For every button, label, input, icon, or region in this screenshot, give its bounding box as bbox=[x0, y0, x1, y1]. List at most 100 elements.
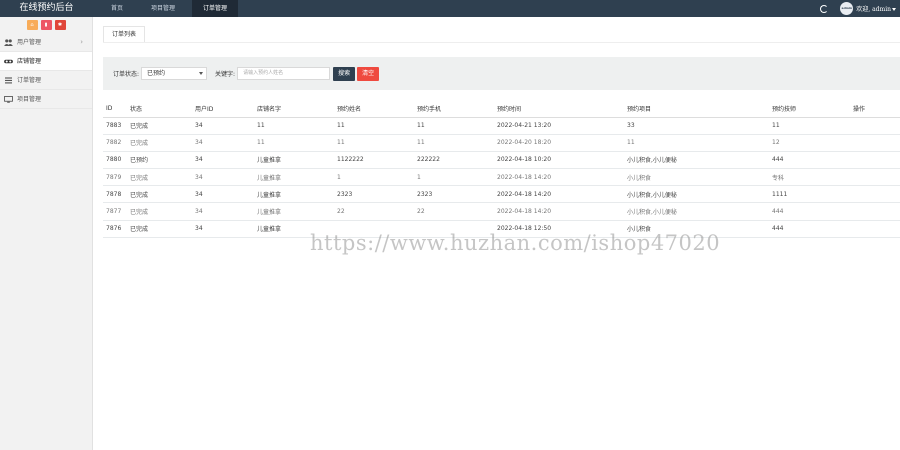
tab-order-list[interactable]: 订单列表 bbox=[103, 26, 146, 42]
cell-booking-time: 2022-04-18 14:20 bbox=[494, 168, 624, 187]
cell-technician: 专科 bbox=[769, 168, 850, 187]
col-booking-item[interactable]: 预约项目 bbox=[624, 101, 769, 118]
cell-technician: 444 bbox=[769, 151, 850, 170]
table-row[interactable]: 7880 已预约 34 儿童推拿 1122222 222222 2022-04-18 10:… bbox=[103, 151, 900, 170]
table-row[interactable]: 7879 已完成 34 儿童推拿 1 1 2022-04-18 14:20 小儿积食 专科 bbox=[103, 168, 900, 187]
cell-id: 7876 bbox=[103, 220, 127, 238]
home-icon[interactable]: ⌂ bbox=[26, 20, 38, 30]
nav-item-projects[interactable]: 项目管理 bbox=[140, 0, 186, 17]
cell-booking-name bbox=[334, 220, 414, 238]
cell-id: 7879 bbox=[103, 168, 127, 187]
search-button[interactable]: 搜索 bbox=[333, 66, 356, 81]
table-row[interactable]: 7877 已完成 34 儿童推拿 22 22 2022-04-18 14:20 小儿积食,小儿… bbox=[103, 202, 900, 221]
cell-actions bbox=[850, 151, 900, 170]
cell-booking-item: 小儿积食 bbox=[624, 168, 769, 187]
user-area: admin 欢迎, admin bbox=[820, 0, 896, 17]
sidebar-item-orders[interactable]: 订单管理 bbox=[0, 71, 92, 90]
col-booking-phone[interactable]: 预约手机 bbox=[414, 101, 494, 118]
cell-booking-time: 2022-04-20 18:20 bbox=[494, 134, 624, 152]
cell-booking-item: 11 bbox=[624, 134, 769, 152]
trash-icon[interactable]: ▮ bbox=[40, 20, 52, 30]
col-technician[interactable]: 预约技师 bbox=[769, 101, 850, 118]
cell-booking-phone: 22 bbox=[414, 202, 494, 221]
cell-user-id: 34 bbox=[192, 117, 254, 135]
table-row[interactable]: 7876 已完成 34 儿童推拿 2022-04-18 12:50 小儿积食 444 bbox=[103, 220, 900, 238]
col-id[interactable]: ID bbox=[103, 101, 127, 118]
cell-booking-name: 11 bbox=[334, 134, 414, 152]
cell-booking-time: 2022-04-18 10:20 bbox=[494, 151, 624, 170]
tab-bar: 订单列表 bbox=[103, 26, 146, 42]
filter-bar: 订单状态: 已预约 关键字: 请输入预约人姓名 搜索 清空 bbox=[103, 57, 900, 90]
top-header: 在线预约后台 首页 项目管理 订单管理 admin 欢迎, admin bbox=[0, 0, 900, 17]
cell-actions bbox=[850, 134, 900, 152]
col-status[interactable]: 状态 bbox=[127, 101, 192, 118]
table-row[interactable]: 7882 已完成 34 11 11 11 2022-04-20 18:20 11 12 bbox=[103, 134, 900, 152]
keyword-label: 关键字: bbox=[215, 71, 236, 78]
cell-shop-name: 儿童推拿 bbox=[254, 168, 334, 187]
status-select[interactable]: 已预约 bbox=[141, 67, 208, 80]
cell-id: 7880 bbox=[103, 151, 127, 170]
status-filter-label: 订单状态: bbox=[113, 71, 140, 78]
cell-shop-name: 儿童推拿 bbox=[254, 202, 334, 221]
sidebar: ⌂ ▮ ✱ 用户管理 › 店铺管理 订单管理 项目管理 bbox=[0, 17, 93, 450]
cell-booking-item: 小儿积食 bbox=[624, 220, 769, 238]
col-booking-time[interactable]: 预约时间 bbox=[494, 101, 624, 118]
users-icon bbox=[4, 38, 13, 46]
avatar[interactable]: admin bbox=[840, 2, 854, 15]
sidebar-item-projects[interactable]: 项目管理 bbox=[0, 90, 92, 109]
cell-booking-time: 2022-04-18 14:20 bbox=[494, 202, 624, 221]
cell-user-id: 34 bbox=[192, 168, 254, 187]
table-row[interactable]: 7878 已完成 34 儿童推拿 2323 2323 2022-04-18 14:20 小儿积… bbox=[103, 185, 900, 204]
cell-booking-name: 1122222 bbox=[334, 151, 414, 170]
cell-shop-name: 11 bbox=[254, 117, 334, 135]
welcome-text: 欢迎, admin bbox=[856, 6, 891, 13]
quick-actions: ⌂ ▮ ✱ bbox=[0, 17, 92, 33]
refresh-icon[interactable] bbox=[820, 4, 829, 13]
cell-technician: 444 bbox=[769, 220, 850, 238]
cell-technician: 444 bbox=[769, 202, 850, 221]
monitor-icon bbox=[4, 95, 13, 103]
cell-shop-name: 儿童推拿 bbox=[254, 220, 334, 238]
cell-booking-time: 2022-04-18 12:50 bbox=[494, 220, 624, 238]
cell-booking-phone: 2323 bbox=[414, 185, 494, 204]
keyword-input[interactable]: 请输入预约人姓名 bbox=[237, 67, 331, 80]
cell-technician: 11 bbox=[769, 117, 850, 135]
cell-actions bbox=[850, 202, 900, 221]
cell-status: 已完成 bbox=[127, 134, 192, 152]
nav-item-orders[interactable]: 订单管理 bbox=[192, 0, 239, 17]
shop-icon bbox=[4, 59, 13, 63]
cell-booking-item: 小儿积食,小儿便秘 bbox=[624, 202, 769, 221]
sidebar-item-shops[interactable]: 店铺管理 bbox=[0, 52, 92, 71]
col-shop-name[interactable]: 店铺名字 bbox=[254, 101, 334, 118]
main-content: 订单列表 订单状态: 已预约 关键字: 请输入预约人姓名 搜索 清空 ID 状态… bbox=[94, 17, 900, 450]
cell-id: 7882 bbox=[103, 134, 127, 152]
orders-table: ID 状态 用户ID 店铺名字 预约姓名 预约手机 预约时间 预约项目 预约技师… bbox=[103, 101, 900, 238]
cell-booking-name: 11 bbox=[334, 117, 414, 135]
cell-id: 7877 bbox=[103, 202, 127, 221]
cell-id: 7878 bbox=[103, 185, 127, 204]
col-booking-name[interactable]: 预约姓名 bbox=[334, 101, 414, 118]
tab-divider bbox=[103, 42, 900, 43]
caret-down-icon bbox=[892, 8, 896, 11]
clear-button[interactable]: 清空 bbox=[357, 66, 380, 81]
cell-booking-phone: 11 bbox=[414, 134, 494, 152]
chevron-right-icon: › bbox=[80, 38, 83, 46]
chevron-down-icon bbox=[199, 72, 204, 75]
sidebar-item-users[interactable]: 用户管理 › bbox=[0, 33, 92, 52]
cell-booking-phone: 222222 bbox=[414, 151, 494, 170]
user-menu[interactable]: 欢迎, admin bbox=[856, 4, 896, 13]
nav-item-home[interactable]: 首页 bbox=[100, 0, 134, 17]
cell-user-id: 34 bbox=[192, 202, 254, 221]
table-row[interactable]: 7883 已完成 34 11 11 11 2022-04-21 13:20 33 11 bbox=[103, 117, 900, 135]
cell-actions bbox=[850, 117, 900, 135]
cell-user-id: 34 bbox=[192, 134, 254, 152]
cell-shop-name: 儿童推拿 bbox=[254, 151, 334, 170]
col-user-id[interactable]: 用户ID bbox=[192, 101, 254, 118]
table-header-row: ID 状态 用户ID 店铺名字 预约姓名 预约手机 预约时间 预约项目 预约技师… bbox=[103, 101, 900, 118]
cell-booking-name: 2323 bbox=[334, 185, 414, 204]
cell-booking-phone: 1 bbox=[414, 168, 494, 187]
status-select-value: 已预约 bbox=[147, 70, 166, 77]
gear-icon[interactable]: ✱ bbox=[54, 20, 66, 30]
cell-booking-phone bbox=[414, 220, 494, 238]
app-title: 在线预约后台 bbox=[19, 3, 74, 13]
